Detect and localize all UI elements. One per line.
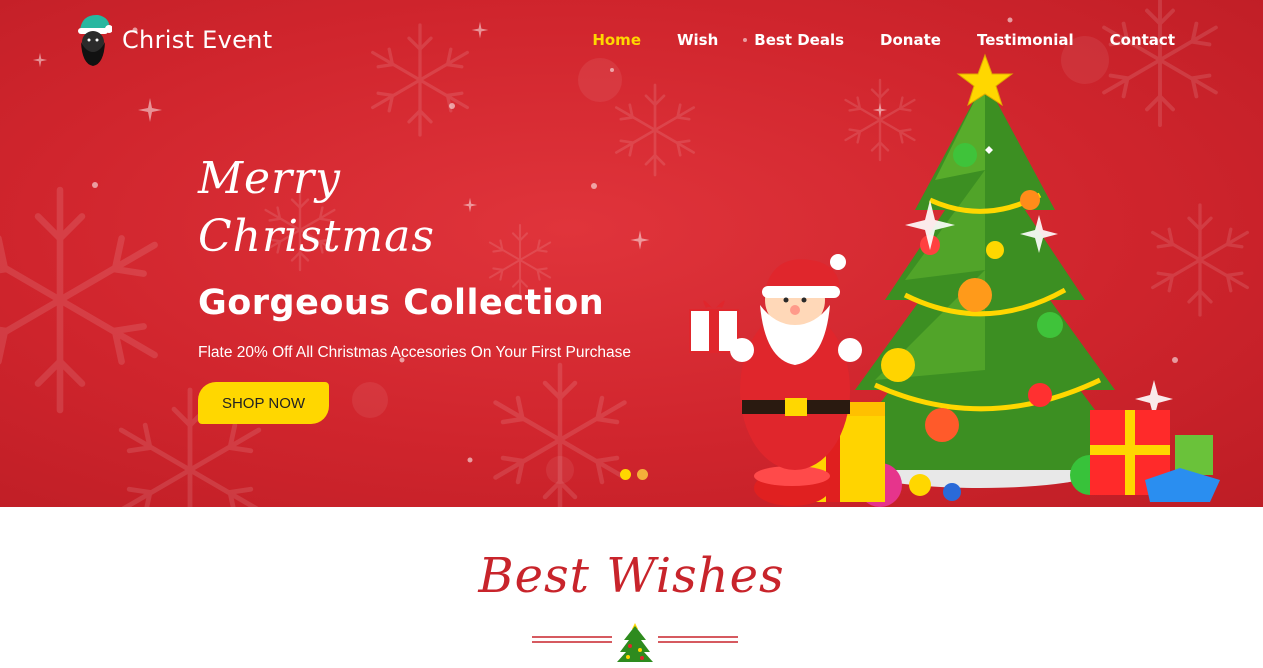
hero-script-heading: Merry Christmas [198, 150, 458, 266]
hero-banner: Christ Event Home Wish Best Deals Donate… [0, 0, 1263, 507]
nav-item-donate[interactable]: Donate [880, 31, 941, 49]
hero-script-line-1: Merry [198, 153, 342, 204]
hero-script-line-2: Christmas [198, 211, 435, 262]
nav-item-best-deals[interactable]: Best Deals [754, 31, 844, 49]
section-title-best-wishes: Best Wishes [478, 548, 785, 604]
slider-dot-1[interactable] [620, 469, 631, 480]
nav-item-contact[interactable]: Contact [1110, 31, 1175, 49]
hero-title: Gorgeous Collection [198, 283, 605, 323]
santa-christmas-tree-illustration [689, 53, 1220, 507]
santa-head-icon [78, 14, 112, 66]
shop-now-button[interactable]: SHOP NOW [198, 382, 329, 424]
slider-dot-2[interactable] [637, 469, 648, 480]
main-nav: Home Wish Best Deals Donate Testimonial … [592, 31, 1175, 49]
christmas-tree-icon [532, 623, 738, 662]
nav-item-home[interactable]: Home [592, 31, 641, 49]
slider-pagination [620, 469, 648, 480]
brand-name: Christ Event [122, 26, 273, 54]
hero-subtitle: Flate 20% Off All Christmas Accesories O… [198, 344, 632, 361]
nav-item-testimonial[interactable]: Testimonial [977, 31, 1074, 49]
nav-item-wish[interactable]: Wish [677, 31, 718, 49]
brand-logo[interactable]: Christ Event [76, 12, 272, 68]
